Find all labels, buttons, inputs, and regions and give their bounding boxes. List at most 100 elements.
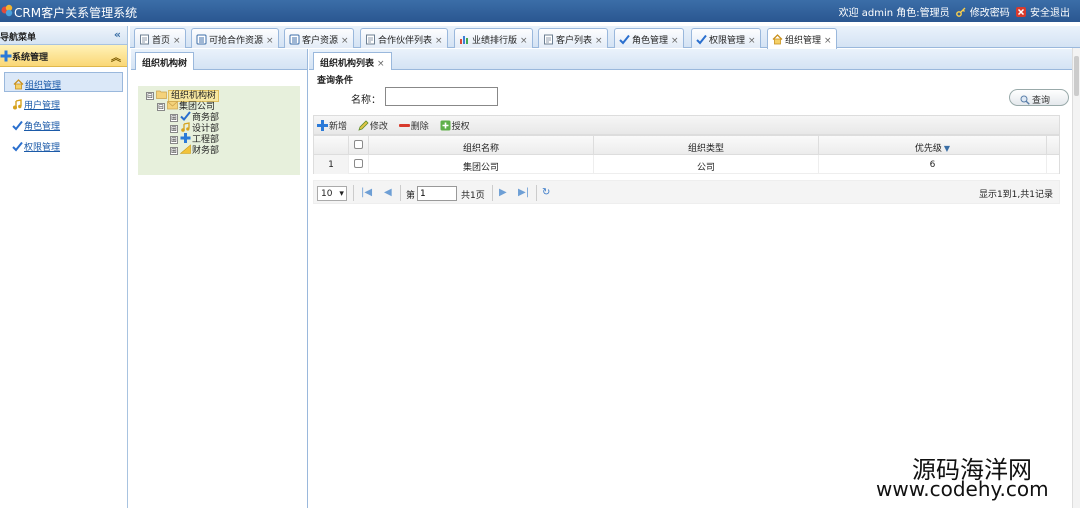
- next-page-button[interactable]: ▶: [499, 187, 507, 198]
- tree-node-business[interactable]: ⊞ 商务部: [146, 111, 300, 123]
- select-all-checkbox[interactable]: [349, 136, 369, 155]
- pagination: 10 ▾ |◀ ◀ 第 共1页 ▶ ▶| ↻ 显示1到1,共1记录: [313, 180, 1060, 204]
- tree-expand-icon[interactable]: ⊞: [170, 125, 178, 133]
- delete-button[interactable]: 删除: [398, 119, 429, 132]
- scrollbar-thumb[interactable]: [1074, 56, 1079, 96]
- chart-icon: [180, 144, 191, 154]
- checkbox-box: [354, 140, 363, 149]
- cell-org-type: 公司: [594, 155, 819, 174]
- section-collapse-icon[interactable]: ︽: [111, 49, 121, 64]
- app-logo-icon: [1, 4, 13, 17]
- tree-tabbar: 组织机构树: [131, 49, 307, 70]
- change-password-link[interactable]: 修改密码: [955, 7, 1013, 19]
- tree-node-root[interactable]: ⊟ 组织机构树: [146, 89, 300, 102]
- home-icon: [13, 79, 24, 90]
- tab-grab-resources[interactable]: 可抢合作资源 ×: [191, 28, 279, 48]
- pencil-icon: [358, 120, 369, 131]
- page-number-input[interactable]: [417, 186, 457, 201]
- tab-close-icon[interactable]: ×: [671, 36, 679, 46]
- tab-close-icon[interactable]: ×: [341, 36, 349, 46]
- nav-item-user-management[interactable]: 用户管理: [4, 93, 123, 113]
- tab-customer-resources[interactable]: 客户资源 ×: [284, 28, 354, 48]
- pager-divider: [536, 185, 537, 201]
- tree-collapse-icon[interactable]: ⊟: [146, 92, 154, 100]
- logout-link[interactable]: 安全退出: [1016, 7, 1070, 19]
- check-icon: [696, 34, 707, 45]
- tree-expand-icon[interactable]: ⊞: [170, 147, 178, 155]
- list-icon: [196, 34, 207, 45]
- tab-org-tree[interactable]: 组织机构树: [135, 52, 195, 70]
- org-list-panel: 组织机构列表 × 查询条件 名称： 查询 新增 修改 删除 授权 组织名称 组织类…: [309, 49, 1080, 508]
- nav-section-system[interactable]: 系统管理 ︽: [0, 45, 127, 67]
- check-icon: [619, 34, 630, 45]
- tab-strip: 首页 × 可抢合作资源 × 客户资源 × 合作伙伴列表 × 业绩排行版 × 客户列表 × 角…: [130, 26, 1080, 49]
- page-total: 共1页: [461, 191, 485, 201]
- name-input[interactable]: [385, 87, 498, 106]
- bar-chart-icon: [460, 36, 468, 44]
- nav-item-role-management[interactable]: 角色管理: [4, 114, 123, 134]
- tab-org-list[interactable]: 组织机构列表 ×: [313, 52, 392, 70]
- row-checkbox[interactable]: [349, 155, 369, 174]
- nav-item-org-management[interactable]: 组织管理: [4, 72, 123, 92]
- grant-button[interactable]: 授权: [440, 119, 470, 132]
- add-button[interactable]: 新增: [317, 119, 347, 132]
- check-icon: [12, 120, 23, 131]
- tab-partner-list[interactable]: 合作伙伴列表 ×: [360, 28, 448, 48]
- pager-info: 显示1到1,共1记录: [978, 190, 1053, 200]
- tab-org-management[interactable]: 组织管理 ×: [767, 28, 837, 49]
- tab-close-icon[interactable]: ×: [377, 59, 385, 69]
- tab-close-icon[interactable]: ×: [435, 36, 443, 46]
- tab-home[interactable]: 首页 ×: [134, 28, 186, 48]
- tree-collapse-icon[interactable]: ⊟: [157, 103, 165, 111]
- tree-expand-icon[interactable]: ⊞: [170, 114, 178, 122]
- tab-close-icon[interactable]: ×: [266, 36, 274, 46]
- edit-button[interactable]: 修改: [358, 119, 388, 132]
- user-area: 欢迎 admin 角色:管理员 修改密码 安全退出: [836, 4, 1070, 19]
- row-number: 1: [314, 155, 349, 174]
- left-navigation: 导航菜单 « 系统管理 ︽ 组织管理 用户管理 角色管理 权限管理: [0, 26, 128, 508]
- tab-close-icon[interactable]: ×: [595, 36, 603, 46]
- name-label: 名称：: [351, 95, 381, 106]
- search-button[interactable]: 查询: [1009, 89, 1069, 106]
- plus-icon: [180, 133, 191, 143]
- column-header-name[interactable]: 组织名称: [369, 136, 594, 155]
- table-row[interactable]: 1 集团公司 公司 6: [314, 155, 1059, 174]
- column-header-priority[interactable]: 优先级 ▼: [819, 136, 1047, 155]
- refresh-button[interactable]: ↻: [542, 187, 550, 198]
- tab-permission-management[interactable]: 权限管理 ×: [691, 28, 761, 48]
- prev-page-button[interactable]: ◀: [384, 187, 392, 198]
- tree-node-group-company[interactable]: ⊟ 集团公司: [146, 100, 300, 112]
- minus-icon: [398, 124, 410, 127]
- mail-icon: [167, 101, 178, 110]
- scrollbar[interactable]: [1072, 48, 1080, 508]
- last-page-button[interactable]: ▶|: [518, 187, 529, 198]
- tab-close-icon[interactable]: ×: [173, 36, 181, 46]
- folder-icon: [156, 90, 167, 99]
- tree-node-finance[interactable]: ⊞ 财务部: [146, 144, 300, 156]
- column-header-type[interactable]: 组织类型: [594, 136, 819, 155]
- nav-item-permission-management[interactable]: 权限管理: [4, 135, 123, 155]
- tab-close-icon[interactable]: ×: [748, 36, 756, 46]
- home-icon: [772, 34, 783, 45]
- cell-priority: 6: [819, 155, 1047, 174]
- grid-header-index: [314, 136, 349, 155]
- watermark-url: www.codehy.com: [876, 477, 1049, 501]
- page-size-select[interactable]: 10 ▾: [317, 186, 347, 201]
- tab-role-management[interactable]: 角色管理 ×: [614, 28, 684, 48]
- org-grid: 组织名称 组织类型 优先级 ▼ 1 集团公司 公司 6: [313, 135, 1060, 174]
- page-icon: [366, 34, 375, 45]
- tab-performance-ranking[interactable]: 业绩排行版 ×: [454, 28, 533, 48]
- tab-customer-list[interactable]: 客户列表 ×: [538, 28, 608, 48]
- grid-toolbar: 新增 修改 删除 授权: [313, 115, 1060, 135]
- tree-expand-icon[interactable]: ⊞: [170, 136, 178, 144]
- grid-header: 组织名称 组织类型 优先级 ▼: [314, 136, 1059, 155]
- tree-node-design[interactable]: ⊞ 设计部: [146, 122, 300, 134]
- plus-icon: [0, 50, 12, 62]
- tab-close-icon[interactable]: ×: [520, 36, 528, 46]
- first-page-button[interactable]: |◀: [361, 187, 372, 198]
- tab-close-icon[interactable]: ×: [824, 36, 832, 46]
- checkbox-box: [354, 159, 363, 168]
- collapse-nav-button[interactable]: «: [114, 28, 121, 41]
- pager-divider: [492, 185, 493, 201]
- tree-node-engineering[interactable]: ⊞ 工程部: [146, 133, 300, 145]
